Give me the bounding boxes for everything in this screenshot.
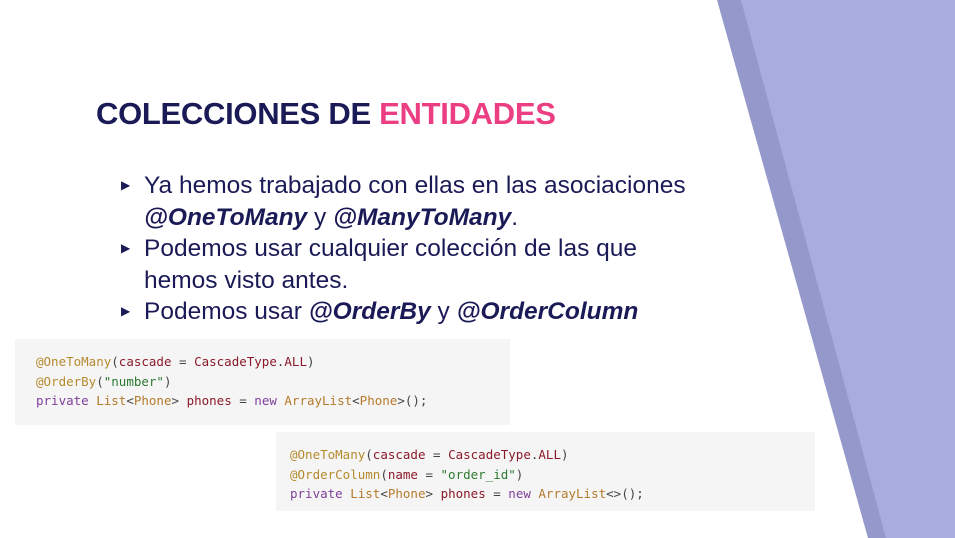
triangle-right-icon: ▶	[121, 178, 131, 192]
code-block-ordercolumn: @OneToMany(cascade = CascadeType.ALL) @Or…	[276, 432, 815, 511]
bullet-list: ▶ Ya hemos trabajado con ellas en las aso…	[119, 170, 699, 328]
slide-title: COLECCIONES DE ENTIDADES	[96, 96, 556, 132]
code-line: @OrderColumn(name = "order_id")	[290, 466, 524, 482]
bullet-emphasis: @OneToMany	[144, 203, 308, 231]
code-block-orderby: @OneToMany(cascade = CascadeType.ALL) @Or…	[15, 339, 510, 425]
code-line: @OneToMany(cascade = CascadeType.ALL)	[290, 447, 569, 462]
bullet-item: ▶ Podemos usar @OrderBy y @OrderColumn	[119, 296, 699, 328]
code-line: @OrderBy("number")	[36, 373, 172, 389]
bullet-emphasis: @OrderBy	[308, 298, 431, 325]
code-line: @OneToMany(cascade = CascadeType.ALL)	[36, 354, 315, 369]
code-line: private List<Phone> phones = new ArrayLi…	[290, 486, 644, 501]
title-main: COLECCIONES DE	[96, 96, 380, 131]
bullet-emphasis: @OrderColumn	[456, 298, 639, 325]
triangle-right-icon: ▶	[121, 241, 131, 255]
bullet-item: ▶ Ya hemos trabajado con ellas en las aso…	[121, 172, 686, 231]
title-accent: ENTIDADES	[379, 96, 556, 131]
bullet-emphasis: @ManyToMany	[333, 203, 512, 231]
bullet-item: ▶ Podemos usar cualquier colección de las…	[121, 235, 638, 294]
code-line: private List<Phone> phones = new ArrayLi…	[36, 393, 428, 408]
triangle-right-icon: ▶	[121, 304, 131, 318]
